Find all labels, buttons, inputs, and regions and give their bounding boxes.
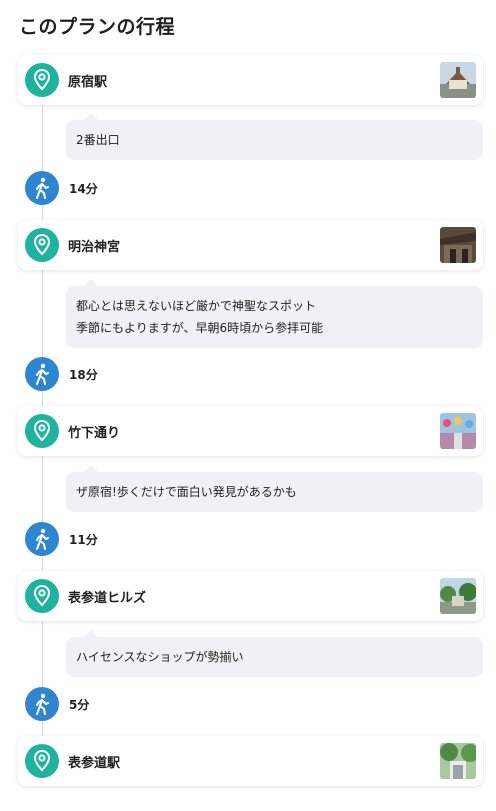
page-title: このプランの行程 [19,16,176,38]
spot-name: 原宿駅 [68,75,108,90]
station-exit-photo[interactable] [440,743,476,779]
spot-note: 2番出口 [66,113,483,160]
spot-card-omotesando-station[interactable]: 表参道駅 [18,736,483,786]
walk-time: 18分 [69,368,98,382]
spot-note: ハイセンスなショップが勢揃い [66,630,483,677]
spot-name: 表参道駅 [68,756,121,771]
map-pin-icon [25,579,59,613]
trees-building-photo[interactable] [440,578,476,614]
station-building-photo[interactable] [440,62,476,98]
walking-person-icon [25,522,59,556]
map-pin-icon [25,228,59,262]
spot-note: ザ原宿!歩くだけで面白い発見があるかも [66,465,483,512]
note-line: 都心とは思えないほど厳かで神聖なスポット [76,299,317,313]
walking-person-icon [25,171,59,205]
spot-card-meiji-jingu[interactable]: 明治神宮 [18,220,483,270]
note-line: 季節にもよりますが、早朝6時頃から参拝可能 [76,321,324,335]
spot-card-omotesando-hills[interactable]: 表参道ヒルズ [18,571,483,621]
note-line: ザ原宿!歩くだけで面白い発見があるかも [76,485,297,499]
walking-person-icon [25,357,59,391]
walk-time: 11分 [69,533,98,547]
spot-name: 明治神宮 [68,240,121,255]
shopping-street-photo[interactable] [440,413,476,449]
spot-note: 都心とは思えないほど厳かで神聖なスポット 季節にもよりますが、早朝6時頃から参拝… [66,279,483,348]
note-line: 2番出口 [76,133,120,147]
map-pin-icon [25,414,59,448]
walk-time: 14分 [69,182,98,196]
spot-name: 表参道ヒルズ [68,591,147,606]
walking-person-icon [25,687,59,721]
shrine-photo[interactable] [440,227,476,263]
note-line: ハイセンスなショップが勢揃い [76,650,244,664]
walk-time: 5分 [69,698,90,712]
map-pin-icon [25,63,59,97]
spot-card-takeshita-dori[interactable]: 竹下通り [18,406,483,456]
spot-card-harajuku-station[interactable]: 原宿駅 [18,55,483,105]
spot-name: 竹下通り [68,426,121,441]
map-pin-icon [25,744,59,778]
